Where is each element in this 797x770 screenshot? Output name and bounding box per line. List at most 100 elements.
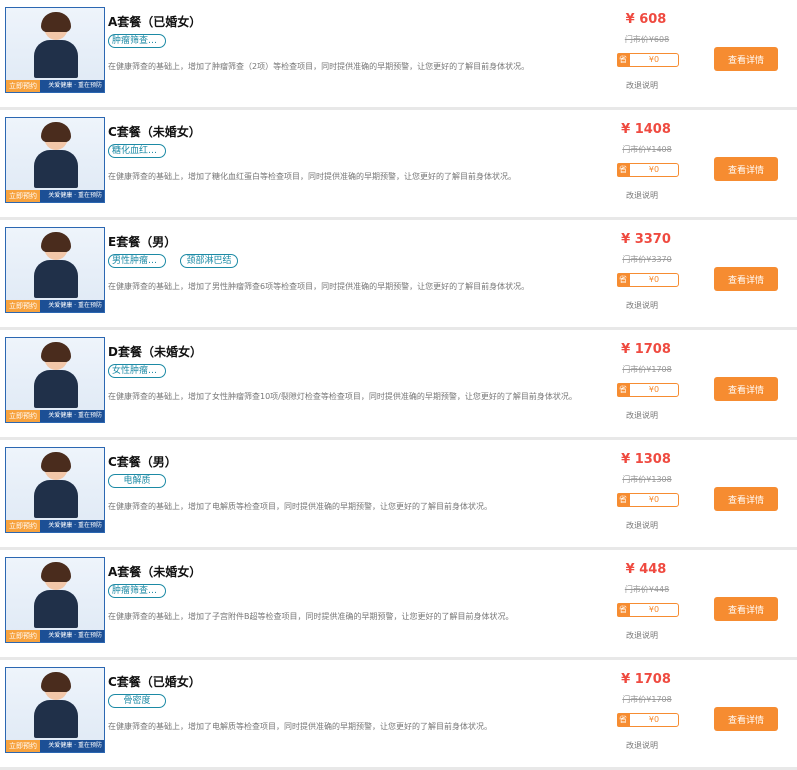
- thumbnail-slogan: 关爱健康 · 重在预防: [48, 82, 102, 89]
- package-item: 关爱健康 · 重在预防 立即预约 C套餐（男） 电解质 在健康筛查的基础上，增加了…: [0, 440, 797, 550]
- change-refund-link[interactable]: 改退说明: [626, 520, 658, 531]
- package-tag[interactable]: 糖化血红蛋白: [108, 144, 166, 158]
- change-refund-link[interactable]: 改退说明: [626, 80, 658, 91]
- view-details-button[interactable]: 查看详情: [714, 267, 778, 291]
- saving-amount: ¥0: [629, 713, 679, 727]
- market-price: 门市价¥608: [624, 35, 670, 44]
- saving-box: 省 ¥0: [617, 383, 679, 397]
- package-description: 在健康筛查的基础上，增加了糖化血红蛋白等检查项目，同时提供准确的早期预警，让您更…: [108, 172, 516, 181]
- package-price: ¥ 1708: [621, 342, 671, 357]
- package-tag[interactable]: 肿瘤筛查（2...: [108, 34, 166, 48]
- save-label: 省: [617, 273, 629, 287]
- saving-amount: ¥0: [629, 273, 679, 287]
- person-image: [34, 562, 78, 628]
- package-price: ¥ 1708: [621, 672, 671, 687]
- person-image: [34, 342, 78, 408]
- package-tag[interactable]: 骨密度: [108, 694, 166, 708]
- save-label: 省: [617, 603, 629, 617]
- book-now-badge[interactable]: 立即预约: [6, 300, 40, 312]
- save-label: 省: [617, 713, 629, 727]
- saving-box: 省 ¥0: [617, 163, 679, 177]
- package-title[interactable]: A套餐（未婚女）: [108, 563, 201, 580]
- saving-box: 省 ¥0: [617, 713, 679, 727]
- saving-box: 省 ¥0: [617, 53, 679, 67]
- saving-amount: ¥0: [629, 163, 679, 177]
- market-price: 门市价¥1708: [622, 365, 672, 374]
- package-tag[interactable]: 女性肿瘤筛...: [108, 364, 166, 378]
- package-price: ¥ 3370: [621, 232, 671, 247]
- view-details-button[interactable]: 查看详情: [714, 377, 778, 401]
- save-label: 省: [617, 493, 629, 507]
- package-list: 关爱健康 · 重在预防 立即预约 A套餐（已婚女） 肿瘤筛查（2... 在健康筛查…: [0, 0, 797, 770]
- package-thumbnail[interactable]: 关爱健康 · 重在预防 立即预约: [5, 337, 105, 423]
- package-description: 在健康筛查的基础上，增加了电解质等检查项目，同时提供准确的早期预警，让您更好的了…: [108, 502, 492, 511]
- market-price: 门市价¥3370: [622, 255, 672, 264]
- thumbnail-slogan: 关爱健康 · 重在预防: [48, 302, 102, 309]
- package-thumbnail[interactable]: 关爱健康 · 重在预防 立即预约: [5, 7, 105, 93]
- save-label: 省: [617, 53, 629, 67]
- package-thumbnail[interactable]: 关爱健康 · 重在预防 立即预约: [5, 117, 105, 203]
- saving-amount: ¥0: [629, 383, 679, 397]
- package-item: 关爱健康 · 重在预防 立即预约 C套餐（未婚女） 糖化血红蛋白 在健康筛查的基础…: [0, 110, 797, 220]
- change-refund-link[interactable]: 改退说明: [626, 190, 658, 201]
- person-image: [34, 452, 78, 518]
- book-now-badge[interactable]: 立即预约: [6, 740, 40, 752]
- package-description: 在健康筛查的基础上，增加了子宫附件B超等检查项目，同时提供准确的早期预警，让您更…: [108, 612, 514, 621]
- saving-amount: ¥0: [629, 53, 679, 67]
- book-now-badge[interactable]: 立即预约: [6, 630, 40, 642]
- package-item: 关爱健康 · 重在预防 立即预约 A套餐（已婚女） 肿瘤筛查（2... 在健康筛查…: [0, 0, 797, 110]
- view-details-button[interactable]: 查看详情: [714, 47, 778, 71]
- saving-amount: ¥0: [629, 603, 679, 617]
- view-details-button[interactable]: 查看详情: [714, 487, 778, 511]
- package-title[interactable]: E套餐（男）: [108, 233, 176, 250]
- view-details-button[interactable]: 查看详情: [714, 157, 778, 181]
- thumbnail-slogan: 关爱健康 · 重在预防: [48, 742, 102, 749]
- view-details-button[interactable]: 查看详情: [714, 597, 778, 621]
- market-price: 门市价¥1708: [622, 695, 672, 704]
- package-price: ¥ 608: [625, 12, 667, 27]
- book-now-badge[interactable]: 立即预约: [6, 190, 40, 202]
- package-tag[interactable]: 电解质: [108, 474, 166, 488]
- package-thumbnail[interactable]: 关爱健康 · 重在预防 立即预约: [5, 447, 105, 533]
- thumbnail-slogan: 关爱健康 · 重在预防: [48, 522, 102, 529]
- person-image: [34, 672, 78, 738]
- package-description: 在健康筛查的基础上，增加了男性肿瘤筛查6项等检查项目，同时提供准确的早期预警，让…: [108, 282, 530, 291]
- change-refund-link[interactable]: 改退说明: [626, 410, 658, 421]
- package-thumbnail[interactable]: 关爱健康 · 重在预防 立即预约: [5, 557, 105, 643]
- saving-box: 省 ¥0: [617, 273, 679, 287]
- person-image: [34, 122, 78, 188]
- package-item: 关爱健康 · 重在预防 立即预约 E套餐（男） 男性肿瘤筛... 颈部淋巴结 在健康…: [0, 220, 797, 330]
- change-refund-link[interactable]: 改退说明: [626, 630, 658, 641]
- thumbnail-slogan: 关爱健康 · 重在预防: [48, 632, 102, 639]
- package-description: 在健康筛查的基础上，增加了女性肿瘤筛查10项/裂隙灯检查等检查项目，同时提供准确…: [108, 392, 577, 401]
- package-title[interactable]: C套餐（已婚女）: [108, 673, 201, 690]
- package-title[interactable]: A套餐（已婚女）: [108, 13, 201, 30]
- package-tag[interactable]: 肿瘤筛查（2...: [108, 584, 166, 598]
- change-refund-link[interactable]: 改退说明: [626, 740, 658, 751]
- package-title[interactable]: C套餐（未婚女）: [108, 123, 201, 140]
- package-price: ¥ 1308: [621, 452, 671, 467]
- market-price: 门市价¥1308: [622, 475, 672, 484]
- book-now-badge[interactable]: 立即预约: [6, 80, 40, 92]
- package-price: ¥ 1408: [621, 122, 671, 137]
- package-item: 关爱健康 · 重在预防 立即预约 D套餐（未婚女） 女性肿瘤筛... 在健康筛查的…: [0, 330, 797, 440]
- view-details-button[interactable]: 查看详情: [714, 707, 778, 731]
- package-item: 关爱健康 · 重在预防 立即预约 C套餐（已婚女） 骨密度 在健康筛查的基础上，增…: [0, 660, 797, 770]
- package-tag[interactable]: 男性肿瘤筛...: [108, 254, 166, 268]
- package-price: ¥ 448: [625, 562, 667, 577]
- package-title[interactable]: D套餐（未婚女）: [108, 343, 202, 360]
- change-refund-link[interactable]: 改退说明: [626, 300, 658, 311]
- package-thumbnail[interactable]: 关爱健康 · 重在预防 立即预约: [5, 667, 105, 753]
- book-now-badge[interactable]: 立即预约: [6, 520, 40, 532]
- package-description: 在健康筛查的基础上，增加了肿瘤筛查（2项）等检查项目，同时提供准确的早期预警，让…: [108, 62, 530, 71]
- save-label: 省: [617, 163, 629, 177]
- package-title[interactable]: C套餐（男）: [108, 453, 177, 470]
- book-now-badge[interactable]: 立即预约: [6, 410, 40, 422]
- package-tag[interactable]: 颈部淋巴结: [180, 254, 238, 268]
- thumbnail-slogan: 关爱健康 · 重在预防: [48, 412, 102, 419]
- market-price: 门市价¥1408: [622, 145, 672, 154]
- package-thumbnail[interactable]: 关爱健康 · 重在预防 立即预约: [5, 227, 105, 313]
- person-image: [34, 232, 78, 298]
- save-label: 省: [617, 383, 629, 397]
- package-description: 在健康筛查的基础上，增加了电解质等检查项目，同时提供准确的早期预警，让您更好的了…: [108, 722, 492, 731]
